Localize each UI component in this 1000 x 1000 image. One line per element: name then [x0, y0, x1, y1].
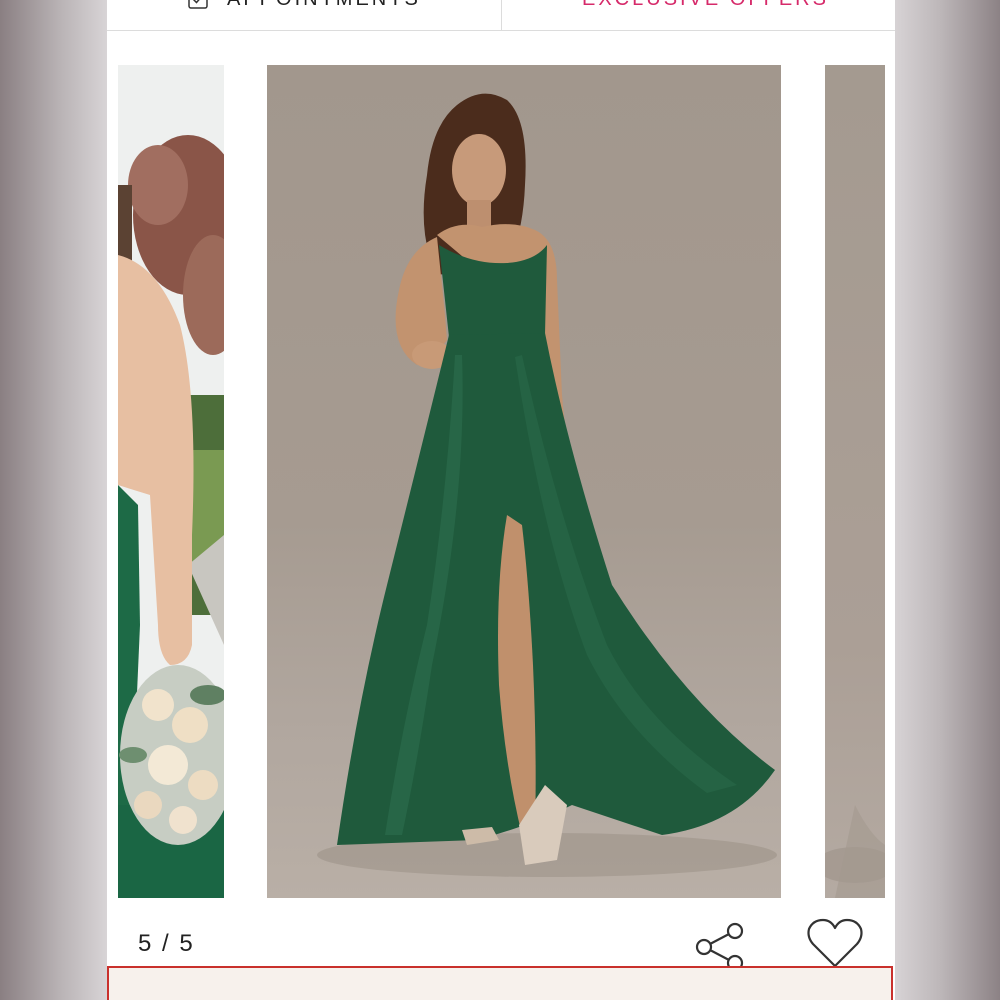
- heart-icon: [807, 918, 863, 968]
- tab-exclusive-offers[interactable]: EXCLUSIVE OFFERS: [582, 0, 829, 10]
- favorite-button[interactable]: [805, 916, 865, 970]
- carousel-slide-current[interactable]: [267, 65, 781, 898]
- share-icon: [695, 922, 744, 972]
- tab-appointments[interactable]: APPOINTMENTS: [187, 0, 421, 10]
- carousel-slide-next[interactable]: [825, 65, 885, 898]
- tab-appointments-label: APPOINTMENTS: [227, 0, 421, 11]
- share-button[interactable]: [691, 918, 747, 972]
- bottom-info-panel: [107, 966, 893, 1000]
- top-tab-bar: APPOINTMENTS EXCLUSIVE OFFERS: [107, 0, 895, 31]
- mobile-page: APPOINTMENTS EXCLUSIVE OFFERS: [107, 0, 895, 1000]
- tab-divider: [501, 0, 502, 30]
- product-image-carousel[interactable]: [107, 65, 895, 898]
- calendar-check-icon: [187, 0, 209, 10]
- carousel-counter: 5 / 5: [138, 930, 195, 957]
- tab-exclusive-offers-label: EXCLUSIVE OFFERS: [582, 0, 829, 11]
- carousel-slide-previous[interactable]: [118, 65, 224, 898]
